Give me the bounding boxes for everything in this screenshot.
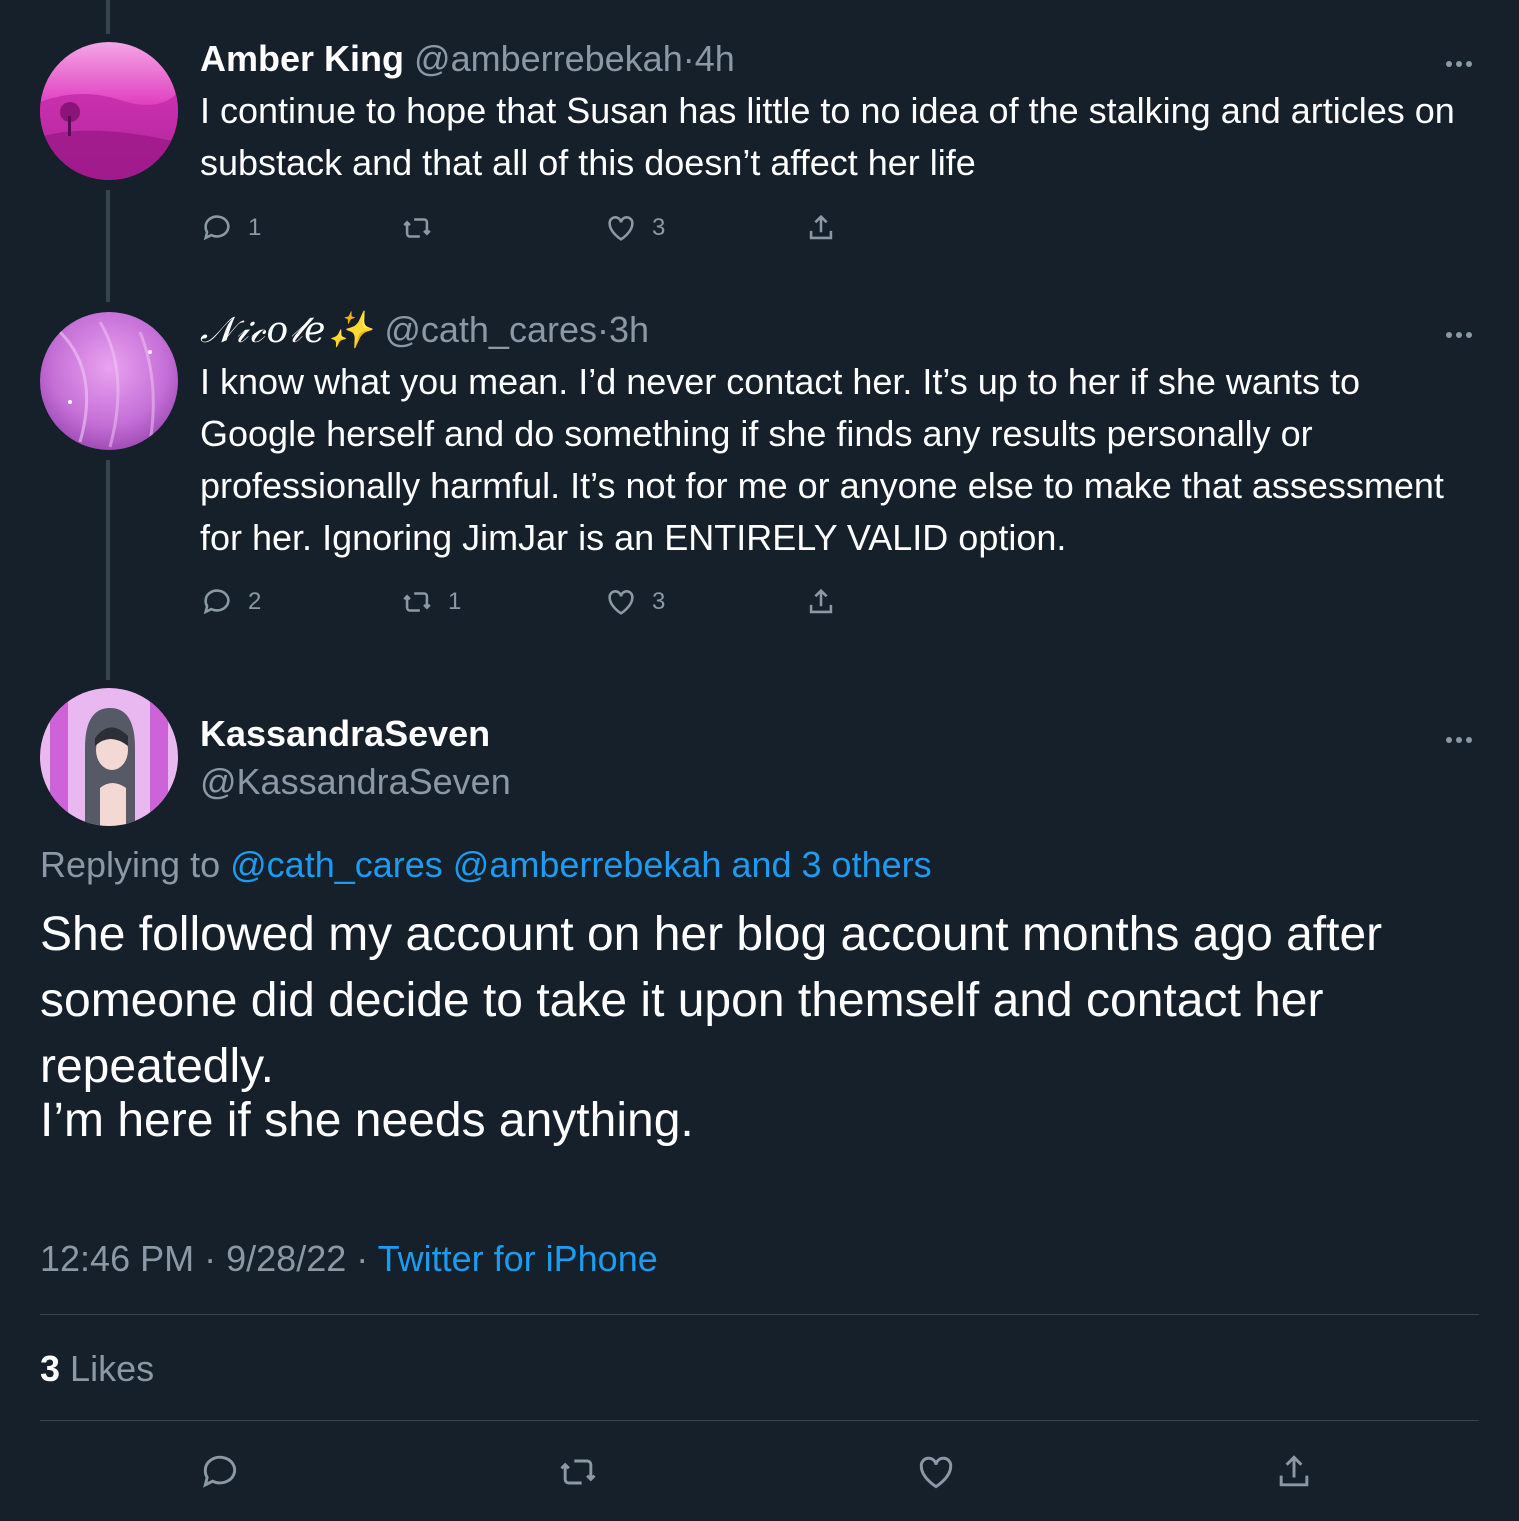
like-button[interactable] — [914, 1450, 958, 1494]
likes-label: Likes — [70, 1348, 155, 1389]
tweet-header: Amber King @amberrebekah·4h — [200, 38, 735, 80]
more-options-icon[interactable] — [1446, 325, 1476, 338]
author-handle[interactable]: @amberrebekah — [414, 38, 683, 79]
avatar-kassandra[interactable] — [40, 688, 178, 826]
reply-icon — [203, 1455, 237, 1488]
reply-button[interactable] — [198, 1450, 242, 1494]
avatar-amber[interactable] — [40, 42, 178, 180]
retweet-icon — [403, 218, 431, 238]
retweet-icon — [560, 1459, 596, 1485]
retweet-button[interactable]: 1 — [400, 582, 461, 622]
separator: · — [596, 309, 609, 350]
author-name[interactable]: Amber King — [200, 38, 404, 79]
reply-icon — [203, 589, 230, 615]
reply-button[interactable]: 2 — [200, 582, 261, 622]
more-options-icon[interactable] — [1446, 730, 1476, 743]
avatar-nicole[interactable] — [40, 312, 178, 450]
tweet-header: 𝒩𝒾𝒸𝑜𝓁𝑒✨ @cath_cares·3h — [200, 309, 649, 352]
reply-count: 1 — [248, 214, 262, 241]
tweet-meta: 12:46 PM · 9/28/22 · Twitter for iPhone — [40, 1238, 658, 1280]
share-button[interactable] — [1272, 1450, 1316, 1494]
thread-line — [106, 190, 110, 302]
heart-icon — [608, 590, 634, 615]
retweet-button[interactable] — [400, 208, 448, 248]
like-count: 3 — [652, 588, 666, 615]
retweet-count: 1 — [448, 588, 462, 615]
tweet-time[interactable]: 4h — [695, 38, 735, 79]
share-button[interactable] — [804, 582, 838, 622]
reply-count: 2 — [248, 588, 262, 615]
divider — [40, 1420, 1479, 1421]
thread-line — [106, 0, 110, 34]
tweet-actions: 1 3 — [200, 208, 900, 248]
separator: · — [204, 1238, 217, 1279]
heart-icon — [608, 216, 634, 241]
tweet-date[interactable]: 9/28/22 — [226, 1238, 346, 1279]
more-options-icon[interactable] — [1446, 54, 1476, 67]
author-name[interactable]: KassandraSeven — [200, 713, 490, 755]
author-handle[interactable]: @KassandraSeven — [200, 761, 511, 803]
tweet-source[interactable]: Twitter for iPhone — [378, 1238, 658, 1279]
heart-icon — [919, 1456, 953, 1489]
tweet-actions: 2 1 3 — [200, 582, 900, 622]
thread-line — [106, 460, 110, 680]
divider — [40, 1314, 1479, 1315]
reply-button[interactable]: 1 — [200, 208, 261, 248]
share-icon — [809, 588, 833, 614]
tweet-text: I continue to hope that Susan has little… — [200, 90, 1455, 183]
reply-icon — [203, 215, 230, 241]
replying-to: Replying to @cath_cares @amberrebekah an… — [40, 844, 932, 886]
share-button[interactable] — [804, 208, 838, 248]
main-tweet-paragraph: She followed my account on her blog acco… — [40, 908, 1383, 1093]
share-icon — [809, 214, 833, 240]
like-button[interactable]: 3 — [604, 208, 665, 248]
separator: · — [682, 38, 695, 79]
replying-label: Replying to — [40, 844, 221, 885]
main-tweet-paragraph: I’m here if she needs anything. — [40, 1094, 694, 1147]
like-count: 3 — [40, 1348, 61, 1389]
likes-stat[interactable]: 3 Likes — [40, 1348, 154, 1390]
share-icon — [1279, 1455, 1309, 1487]
tweet-text: I know what you mean. I’d never contact … — [200, 361, 1444, 558]
tweet-time[interactable]: 12:46 PM — [40, 1238, 194, 1279]
replying-links[interactable]: @cath_cares @amberrebekah and 3 others — [230, 844, 931, 885]
separator: · — [356, 1238, 369, 1279]
like-button[interactable]: 3 — [604, 582, 665, 622]
retweet-icon — [403, 592, 431, 612]
author-name[interactable]: 𝒩𝒾𝒸𝑜𝓁𝑒✨ — [200, 310, 374, 351]
author-handle[interactable]: @cath_cares — [384, 309, 597, 350]
like-count: 3 — [652, 214, 666, 241]
retweet-button[interactable] — [556, 1450, 600, 1494]
tweet-time[interactable]: 3h — [609, 309, 649, 350]
